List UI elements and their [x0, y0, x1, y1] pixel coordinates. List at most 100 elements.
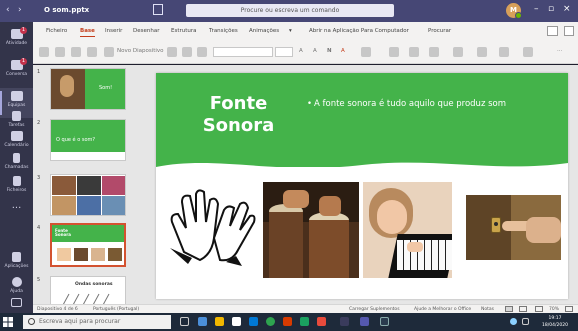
undo-icon[interactable]	[39, 47, 49, 57]
slide-thumbnail-2[interactable]: O que é o som?	[50, 119, 126, 161]
section-icon[interactable]	[197, 47, 207, 57]
rail-item-device[interactable]	[0, 295, 33, 311]
thumb-number: 3	[37, 175, 41, 181]
forward-arrow-icon[interactable]: ›	[18, 5, 22, 15]
more-apps-icon[interactable]: ···	[0, 203, 33, 214]
ribbon-search[interactable]: Procurar	[428, 28, 451, 34]
network-icon[interactable]	[522, 318, 529, 325]
numbering-icon[interactable]	[409, 47, 419, 57]
thumb-number: 4	[37, 225, 41, 231]
slide-bullet-text[interactable]: A fonte sonora é tudo aquilo que produz …	[307, 97, 554, 112]
app-icon-2[interactable]	[317, 317, 326, 326]
language-indicator[interactable]: Português (Portugal)	[93, 307, 139, 312]
decrease-font-icon[interactable]: A	[313, 48, 317, 54]
taskbar-search-box[interactable]: Escreva aqui para procurar	[23, 315, 171, 329]
teams-icon	[10, 91, 23, 101]
slide-thumbnail-1[interactable]: Som!	[50, 68, 126, 110]
clipboard-icon[interactable]	[55, 47, 65, 57]
slide-thumbnail-pane: 1 Som! 2 O que é o som? 3 4 Fonte Sonora…	[33, 65, 130, 304]
fit-slide-icon[interactable]	[565, 306, 573, 312]
system-tray-icon[interactable]	[510, 318, 517, 325]
maximize-icon[interactable]: ▫	[548, 4, 554, 14]
mail-icon[interactable]	[249, 317, 258, 326]
minimize-icon[interactable]: –	[534, 4, 539, 14]
doorbell-image[interactable]	[466, 195, 561, 260]
file-explorer-icon[interactable]	[215, 317, 224, 326]
slide-title[interactable]: Fonte Sonora	[181, 93, 296, 137]
calendar-icon	[10, 131, 23, 141]
edge-icon[interactable]	[198, 317, 207, 326]
back-arrow-icon[interactable]: ‹	[6, 5, 10, 15]
office-icon[interactable]	[283, 317, 292, 326]
format-painter-icon[interactable]	[71, 47, 81, 57]
search-icon	[28, 318, 35, 325]
new-slide-button[interactable]: Novo Diapositivo	[117, 48, 164, 54]
tab-design[interactable]: Estrutura	[171, 28, 197, 34]
designer-icon[interactable]	[499, 47, 509, 57]
align-icon[interactable]	[429, 47, 439, 57]
wave-divider	[156, 162, 568, 177]
tab-home[interactable]: Base	[80, 28, 95, 37]
font-color-icon[interactable]: A	[341, 48, 345, 54]
reset-icon[interactable]	[182, 47, 192, 57]
notes-button[interactable]: Notas	[481, 307, 494, 312]
tab-animations[interactable]: Animações	[249, 28, 279, 34]
cut-icon[interactable]	[87, 47, 97, 57]
tab-transitions[interactable]: Transições	[209, 28, 238, 34]
clapping-hands-image[interactable]	[164, 182, 260, 270]
rail-item-chat[interactable]: 1 Conversa	[0, 57, 33, 87]
slide-thumbnail-3[interactable]	[50, 174, 126, 216]
chrome-icon[interactable]	[266, 317, 275, 326]
device-icon	[11, 298, 22, 307]
more-options-icon[interactable]	[361, 47, 371, 57]
avatar[interactable]: M	[506, 3, 522, 19]
store-icon[interactable]	[232, 317, 241, 326]
ribbon-tabs: Ficheiro Base Inserir Desenhar Estrutura…	[33, 26, 578, 40]
more-tabs-chevron-icon[interactable]: ▾	[289, 28, 292, 34]
font-family-select[interactable]	[213, 47, 273, 57]
document-icon[interactable]	[153, 4, 163, 15]
zoom-level[interactable]: 70%	[549, 307, 559, 312]
increase-font-icon[interactable]: A	[299, 48, 303, 54]
share-icon[interactable]	[547, 26, 558, 36]
tab-file[interactable]: Ficheiro	[46, 28, 67, 34]
command-search-box[interactable]: Procure ou escreva um comando	[186, 4, 394, 17]
tab-insert[interactable]: Inserir	[105, 28, 122, 34]
teams-taskbar-icon[interactable]	[360, 317, 369, 326]
thumb-green-panel: Som!	[85, 69, 125, 109]
slide-thumbnail-5[interactable]: Ondas sonoras	[50, 276, 126, 304]
slide-canvas[interactable]: Fonte Sonora A fonte sonora é tudo aquil…	[156, 73, 568, 299]
find-icon[interactable]	[477, 47, 487, 57]
app-icon-4[interactable]	[380, 317, 389, 326]
layout-icon[interactable]	[167, 47, 177, 57]
slide-thumbnail-4[interactable]: Fonte Sonora	[50, 223, 126, 267]
comment-icon[interactable]	[564, 26, 574, 36]
rail-item-activity[interactable]: 1 Atividade	[0, 26, 33, 56]
sorter-view-icon[interactable]	[519, 306, 527, 312]
app-icon-3[interactable]	[340, 317, 349, 326]
windows-start-icon[interactable]	[3, 317, 13, 327]
normal-view-icon[interactable]	[505, 306, 513, 312]
piano-image[interactable]	[363, 182, 452, 278]
drums-image[interactable]	[263, 182, 359, 278]
app-icon[interactable]	[300, 317, 309, 326]
open-desktop-app-link[interactable]: Abrir na Aplicação Para Computador	[309, 28, 409, 34]
close-icon[interactable]: ×	[563, 4, 571, 14]
task-view-icon[interactable]	[180, 317, 189, 326]
new-slide-icon[interactable]	[104, 47, 114, 57]
feedback-link[interactable]: Ajude a Melhorar o Office	[414, 307, 471, 312]
taskbar-clock[interactable]: 19:17 18/04/2020	[538, 315, 572, 329]
font-size-select[interactable]	[275, 47, 293, 57]
dictate-icon[interactable]	[523, 47, 533, 57]
tab-draw[interactable]: Desenhar	[133, 28, 159, 34]
rail-item-files[interactable]: Ficheiros	[0, 173, 33, 203]
phone-icon	[13, 153, 20, 163]
thumb-photo	[51, 69, 85, 109]
shapes-icon[interactable]	[453, 47, 463, 57]
reading-view-icon[interactable]	[535, 306, 543, 312]
bold-icon[interactable]: N	[327, 48, 332, 54]
load-addins-link[interactable]: Carregar Suplementos	[349, 307, 400, 312]
bullets-icon[interactable]	[389, 47, 399, 57]
status-bar: Diapositivo 4 de 6 Português (Portugal) …	[33, 304, 578, 313]
ribbon-overflow-icon[interactable]: ···	[557, 48, 562, 54]
